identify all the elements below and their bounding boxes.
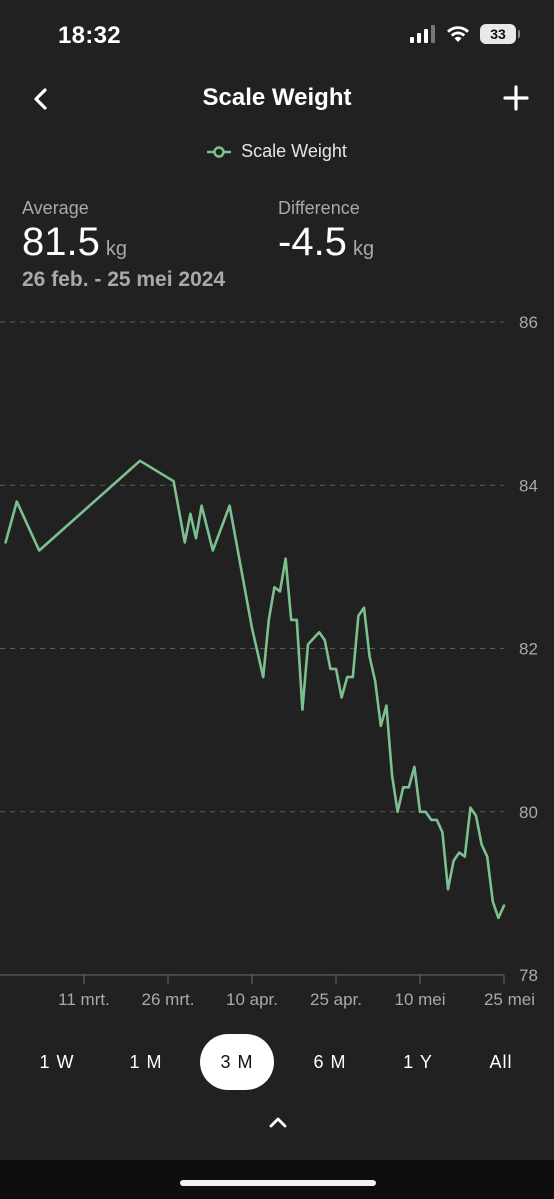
time-range-selector: 1 W 1 M 3 M 6 M 1 Y All	[0, 1034, 554, 1092]
range-button-all[interactable]: All	[471, 1034, 531, 1090]
plus-icon	[503, 85, 529, 111]
average-unit: kg	[105, 238, 127, 260]
y-tick-label: 84	[519, 476, 538, 495]
average-label: Average	[22, 198, 89, 218]
x-tick-label: 25 apr.	[310, 990, 362, 1009]
x-tick-label: 10 apr.	[226, 990, 278, 1009]
average-value-group: 81.5 kg	[22, 220, 127, 265]
range-button-6m[interactable]: 6 M	[300, 1034, 360, 1090]
nav-bar: Scale Weight	[0, 70, 554, 130]
battery-icon: 33	[480, 24, 520, 44]
status-bar: 18:32 33	[0, 0, 554, 70]
date-range: 26 feb. - 25 mei 2024	[22, 268, 226, 291]
x-tick-label: 10 mei	[394, 990, 445, 1009]
y-tick-label: 82	[519, 640, 538, 659]
wifi-icon	[447, 26, 469, 42]
legend-line-marker-icon	[207, 145, 232, 158]
difference-value: -4.5	[278, 220, 347, 264]
x-tick-label: 26 mrt.	[142, 990, 195, 1009]
status-time: 18:32	[58, 22, 121, 49]
add-button[interactable]	[500, 82, 532, 114]
range-button-1m[interactable]: 1 M	[116, 1034, 176, 1090]
legend-label: Scale Weight	[241, 141, 347, 161]
y-tick-label: 80	[519, 803, 538, 822]
range-button-1y[interactable]: 1 Y	[388, 1034, 448, 1090]
chevron-up-icon[interactable]	[265, 1112, 291, 1132]
difference-unit: kg	[352, 238, 375, 260]
y-tick-label: 86	[519, 313, 538, 332]
signal-icon	[410, 25, 435, 43]
difference-label: Difference	[278, 198, 360, 218]
page-title: Scale Weight	[202, 84, 352, 111]
x-tick-label: 25 mei	[484, 990, 535, 1009]
average-value: 81.5	[22, 220, 100, 264]
home-indicator[interactable]	[180, 1180, 376, 1186]
range-button-1w[interactable]: 1 W	[27, 1034, 87, 1090]
chart-legend: Scale Weight	[0, 141, 554, 162]
difference-value-group: -4.5 kg	[278, 220, 374, 265]
y-tick-label: 78	[519, 966, 538, 985]
x-tick-label: 11 mrt.	[58, 990, 110, 1009]
weight-line-chart[interactable]: 86 84 82 80 78 11 mrt. 26 mrt. 10 apr. 25 apr. 10…	[0, 300, 554, 1020]
status-icons: 33	[410, 24, 520, 44]
series-line-scale-weight	[4, 459, 506, 920]
range-button-3m[interactable]: 3 M	[200, 1034, 274, 1090]
